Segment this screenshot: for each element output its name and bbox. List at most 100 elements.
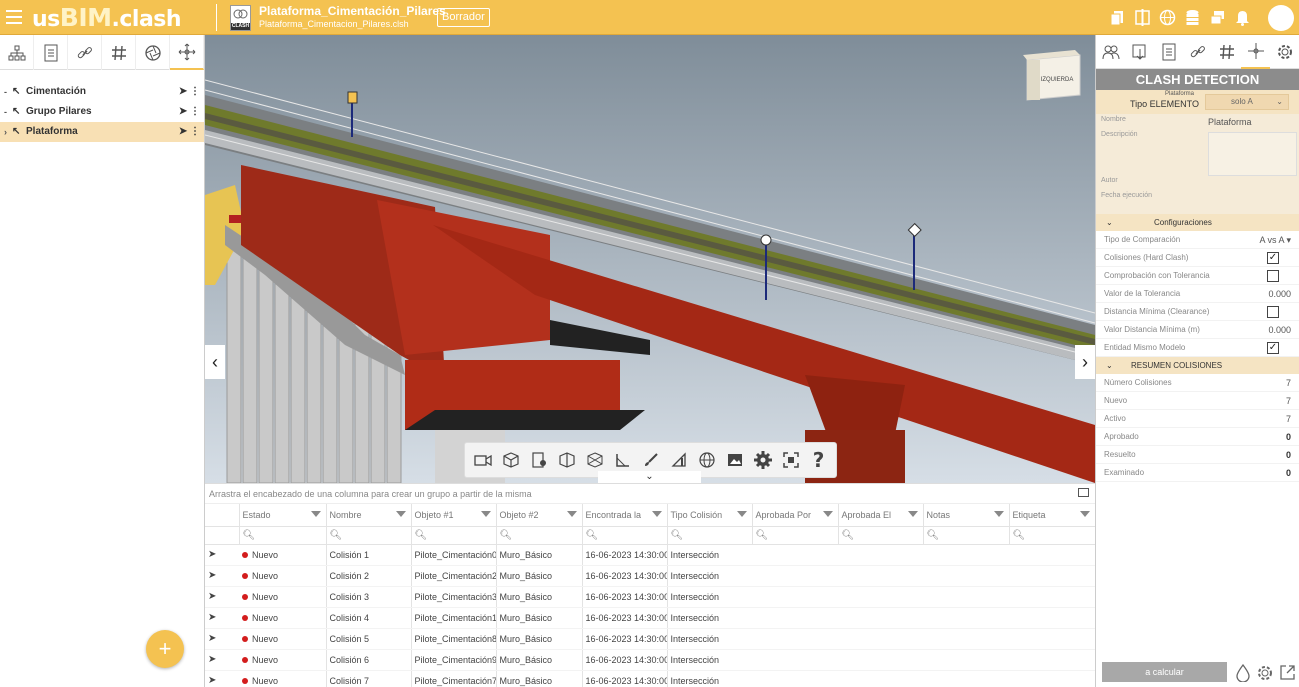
column-chooser-icon[interactable] — [1078, 488, 1089, 497]
help-icon[interactable]: ? — [805, 447, 832, 474]
table-row[interactable]: ➤ Nuevo Colisión 2 Pilote_Cimentación2 Muro_… — [205, 565, 1095, 587]
cube-icon[interactable] — [497, 447, 524, 474]
locate-icon[interactable]: ➤ — [205, 670, 239, 687]
compare-icon[interactable] — [1134, 9, 1151, 26]
settings-icon[interactable] — [749, 447, 776, 474]
add-button[interactable]: + — [146, 630, 184, 668]
column-header-etiqueta[interactable]: Etiqueta — [1009, 504, 1096, 527]
column-header-encontrada[interactable]: Encontrada la — [582, 504, 668, 527]
list-icon[interactable] — [34, 35, 68, 70]
comparison-select[interactable]: A vs A ▾ — [1259, 231, 1291, 249]
filter-icon[interactable] — [1079, 511, 1090, 517]
same-model-checkbox[interactable]: ✓ — [1267, 342, 1279, 354]
filter-icon[interactable] — [566, 511, 577, 517]
item-actions-icon[interactable]: ➤ ⋮ — [179, 82, 200, 102]
windows-icon[interactable] — [1209, 9, 1226, 26]
link-icon[interactable] — [1183, 35, 1212, 69]
tolerance-checkbox[interactable] — [1267, 270, 1279, 282]
table-row[interactable]: ➤ Nuevo Colisión 5 Pilote_Cimentación8 Muro_… — [205, 628, 1095, 650]
filter-cell-estado[interactable]: 🔍︎ — [239, 526, 327, 545]
column-header-aprobada-el[interactable]: Aprobada El — [838, 504, 924, 527]
collapse-toolbar-chevron-icon[interactable]: ⌄ — [598, 471, 701, 483]
image-icon[interactable] — [721, 447, 748, 474]
menu-icon[interactable] — [6, 10, 22, 24]
fit-icon[interactable] — [777, 447, 804, 474]
column-header-notas[interactable]: Notas — [923, 504, 1010, 527]
filter-cell-objeto2[interactable]: 🔍︎ — [496, 526, 583, 545]
camera-icon[interactable] — [469, 447, 496, 474]
filter-icon[interactable] — [822, 511, 833, 517]
filter-cell-etiqueta[interactable]: 🔍︎ — [1009, 526, 1096, 545]
filter-cell-nombre[interactable]: 🔍︎ — [326, 526, 412, 545]
settings-gear-icon[interactable] — [1270, 35, 1299, 69]
nombre-value[interactable]: Plataforma — [1208, 117, 1252, 127]
brush-icon[interactable] — [637, 447, 664, 474]
table-row[interactable]: ➤ Nuevo Colisión 4 Pilote_Cimentación1 Muro_… — [205, 607, 1095, 629]
import-icon[interactable] — [1125, 35, 1154, 69]
globe-icon[interactable] — [1159, 9, 1176, 26]
box-section-icon[interactable] — [553, 447, 580, 474]
slope-icon[interactable] — [665, 447, 692, 474]
document-pin-icon[interactable] — [525, 447, 552, 474]
locate-icon[interactable]: ➤ — [205, 565, 239, 587]
globe-icon[interactable] — [693, 447, 720, 474]
bell-icon[interactable] — [1234, 9, 1251, 26]
measure-icon[interactable] — [609, 447, 636, 474]
descripcion-field[interactable] — [1208, 132, 1297, 176]
table-row[interactable]: ➤ Nuevo Colisión 7 Pilote_Cimentación7 Muro_… — [205, 670, 1095, 687]
tolerance-value[interactable]: 0.000 — [1268, 285, 1291, 303]
table-row[interactable]: ➤ Nuevo Colisión 6 Pilote_Cimentación9 Muro_… — [205, 649, 1095, 671]
element-type-select[interactable]: solo A ⌄ — [1205, 94, 1289, 110]
locate-icon[interactable]: ➤ — [205, 649, 239, 671]
column-header-estado[interactable]: Estado — [239, 504, 327, 527]
item-actions-icon[interactable]: ➤ ⋮ — [179, 102, 200, 122]
hash-icon[interactable] — [1212, 35, 1241, 69]
table-row[interactable]: ➤ Nuevo Colisión 1 Pilote_Cimentación0 Muro_… — [205, 544, 1095, 566]
filter-cell-aprobada-por[interactable]: 🔍︎ — [752, 526, 839, 545]
config-section-header[interactable]: ⌄ Configuraciones — [1096, 214, 1299, 231]
documents-icon[interactable] — [1109, 9, 1126, 26]
external-link-icon[interactable] — [1279, 664, 1296, 685]
avatar[interactable] — [1268, 5, 1294, 31]
calculate-button[interactable]: a calcular — [1102, 662, 1227, 682]
filter-cell-tipo[interactable]: 🔍︎ — [667, 526, 753, 545]
viewcube[interactable] — [1023, 50, 1081, 101]
3d-viewport[interactable]: IZQUIERDA ‹ › ? ⌄ — [205, 35, 1095, 483]
drop-icon[interactable] — [1235, 663, 1251, 685]
column-header-objeto1[interactable]: Objeto #1 — [411, 504, 497, 527]
filter-icon[interactable] — [907, 511, 918, 517]
clearance-checkbox[interactable] — [1267, 306, 1279, 318]
filter-icon[interactable] — [310, 511, 321, 517]
filter-icon[interactable] — [395, 511, 406, 517]
summary-section-header[interactable]: ⌄ RESUMEN COLISIONES — [1096, 357, 1299, 374]
move-icon[interactable] — [1241, 35, 1270, 69]
filter-icon[interactable] — [993, 511, 1004, 517]
draft-button[interactable]: Borrador — [437, 8, 490, 27]
hierarchy-icon[interactable] — [0, 35, 34, 70]
filter-cell-encontrada[interactable]: 🔍︎ — [582, 526, 668, 545]
column-header-objeto2[interactable]: Objeto #2 — [496, 504, 583, 527]
axes-box-icon[interactable] — [581, 447, 608, 474]
aperture-icon[interactable] — [136, 35, 170, 70]
column-header-nombre[interactable]: Nombre — [326, 504, 412, 527]
database-icon[interactable] — [1184, 9, 1201, 26]
column-header-aprobada-por[interactable]: Aprobada Por — [752, 504, 839, 527]
prev-view-button[interactable]: ‹ — [205, 345, 225, 379]
users-icon[interactable] — [1096, 35, 1125, 69]
filter-icon[interactable] — [736, 511, 747, 517]
item-actions-icon[interactable]: ➤ ⋮ — [179, 122, 200, 142]
hash-icon[interactable] — [102, 35, 136, 70]
locate-icon[interactable]: ➤ — [205, 544, 239, 566]
filter-icon[interactable] — [480, 511, 491, 517]
locate-icon[interactable]: ➤ — [205, 607, 239, 629]
locate-icon[interactable]: ➤ — [205, 628, 239, 650]
filter-cell-objeto1[interactable]: 🔍︎ — [411, 526, 497, 545]
filter-cell-notas[interactable]: 🔍︎ — [923, 526, 1010, 545]
hard-clash-checkbox[interactable]: ✓ — [1267, 252, 1279, 264]
locate-icon[interactable]: ➤ — [205, 586, 239, 608]
tree-item-plataforma[interactable]: › ↖ Plataforma ➤ ⋮ — [0, 122, 204, 142]
link-icon[interactable] — [68, 35, 102, 70]
min-distance-value[interactable]: 0.000 — [1268, 321, 1291, 339]
gear-icon[interactable] — [1256, 664, 1274, 685]
move-icon[interactable] — [170, 35, 204, 70]
